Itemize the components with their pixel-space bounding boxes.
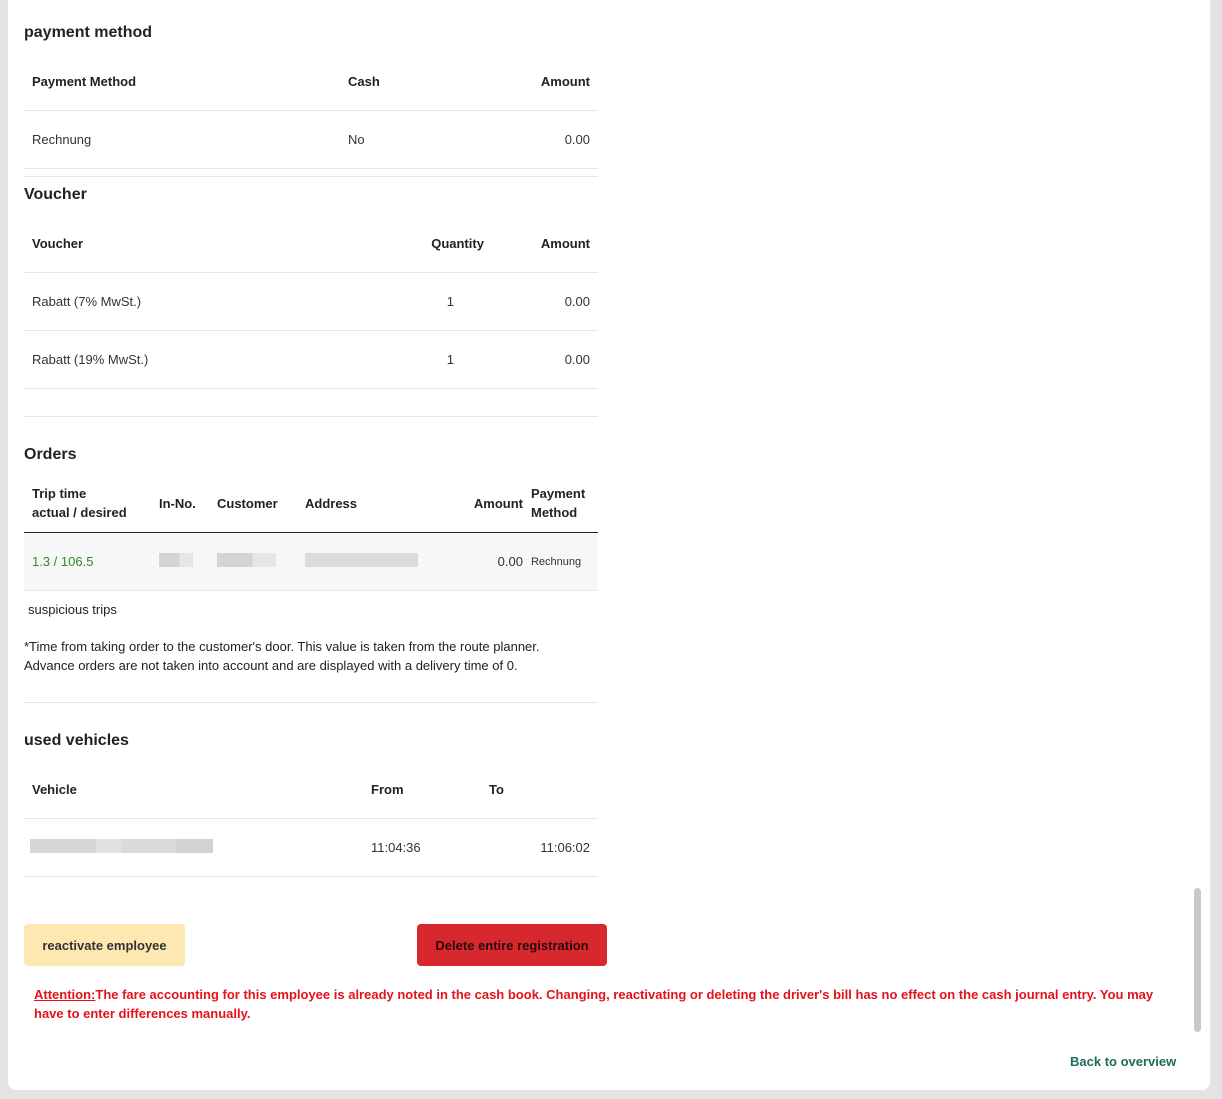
- table-cell: Rabatt (7% MwSt.): [24, 272, 380, 331]
- column-header: Cash: [348, 73, 380, 89]
- vehicles-section-title: used vehicles: [24, 732, 129, 749]
- vehicle-from: 11:04:36: [363, 818, 481, 877]
- orders-section-title: Orders: [24, 446, 77, 463]
- table-cell: Rechnung: [24, 110, 340, 169]
- table-cell: Rabatt (19% MwSt.): [24, 330, 380, 389]
- table-cell: 0.00: [449, 110, 598, 169]
- header-line: Payment: [530, 486, 586, 501]
- table-row: Rabatt (7% MwSt.) 1 0.00: [24, 272, 598, 331]
- vehicle-redacted: [24, 818, 363, 877]
- table-row: Rabatt (19% MwSt.) 1 0.00: [24, 330, 598, 389]
- orders-note: *Time from taking order to the customer'…: [24, 637, 598, 675]
- in-no-redacted: [155, 532, 211, 591]
- voucher-table: Voucher Quantity Amount Rabatt (7% MwSt.…: [24, 214, 598, 389]
- column-header: Quantity: [431, 235, 484, 251]
- voucher-section-title: Voucher: [24, 186, 87, 203]
- attention-text: The fare accounting for this employee is…: [34, 987, 1154, 1021]
- column-header: In-No.: [159, 495, 196, 511]
- header-line: Trip time: [32, 486, 87, 501]
- column-header-payment-method: Payment Method: [525, 474, 598, 533]
- column-header-trip-time: Trip time actual / desired: [24, 474, 155, 533]
- column-header: Customer: [217, 495, 278, 511]
- back-to-overview-link[interactable]: Back to overview: [1070, 1054, 1176, 1069]
- note-line: Advance orders are not taken into accoun…: [24, 658, 518, 673]
- vehicles-table: Vehicle From To 11:04:36 11:06:02: [24, 760, 598, 877]
- column-header: Address: [305, 495, 358, 511]
- customer-redacted: [211, 532, 299, 591]
- payment-table: Payment Method Cash Amount Rechnung No 0…: [24, 52, 598, 169]
- delete-registration-button[interactable]: Delete entire registration: [417, 924, 607, 966]
- trip-time-value: 1.3 / 106.5: [24, 532, 155, 591]
- scrollbar-thumb[interactable]: [1194, 888, 1201, 1032]
- vehicle-to: 11:06:02: [481, 818, 598, 877]
- column-header: Voucher: [32, 235, 84, 251]
- divider: [24, 702, 598, 703]
- header-line: Method: [530, 505, 578, 520]
- table-cell: 0.00: [491, 272, 598, 331]
- table-row[interactable]: 1.3 / 106.5 0.00 Rechnung: [24, 532, 598, 591]
- reactivate-employee-button[interactable]: reactivate employee: [24, 924, 185, 966]
- table-row: Rechnung No 0.00: [24, 110, 598, 169]
- orders-table: Trip time actual / desired In-No. Custom…: [24, 474, 598, 591]
- table-row: 11:04:36 11:06:02: [24, 818, 598, 877]
- column-header: To: [489, 781, 504, 797]
- table-cell: 1: [380, 272, 492, 331]
- note-line: *Time from taking order to the customer'…: [24, 639, 540, 654]
- attention-message: Attention:The fare accounting for this e…: [34, 985, 1174, 1023]
- header-line: actual / desired: [32, 505, 127, 520]
- column-header: Amount: [540, 235, 590, 251]
- table-cell: No: [340, 110, 450, 169]
- column-header: Vehicle: [32, 781, 77, 797]
- table-cell: 0.00: [491, 330, 598, 389]
- column-header: Payment Method: [32, 73, 137, 89]
- column-header: Amount: [540, 73, 590, 89]
- address-redacted: [299, 532, 463, 591]
- amount-value: 0.00: [463, 532, 525, 591]
- column-header: From: [371, 781, 404, 797]
- payment-method-value: Rechnung: [524, 532, 598, 591]
- divider: [24, 416, 598, 417]
- payment-section-title: payment method: [24, 24, 153, 41]
- suspicious-trips-label: suspicious trips: [28, 602, 117, 617]
- divider: [24, 176, 598, 177]
- column-header: Amount: [473, 495, 523, 511]
- table-cell: 1: [380, 330, 492, 389]
- attention-label: Attention:: [34, 987, 96, 1002]
